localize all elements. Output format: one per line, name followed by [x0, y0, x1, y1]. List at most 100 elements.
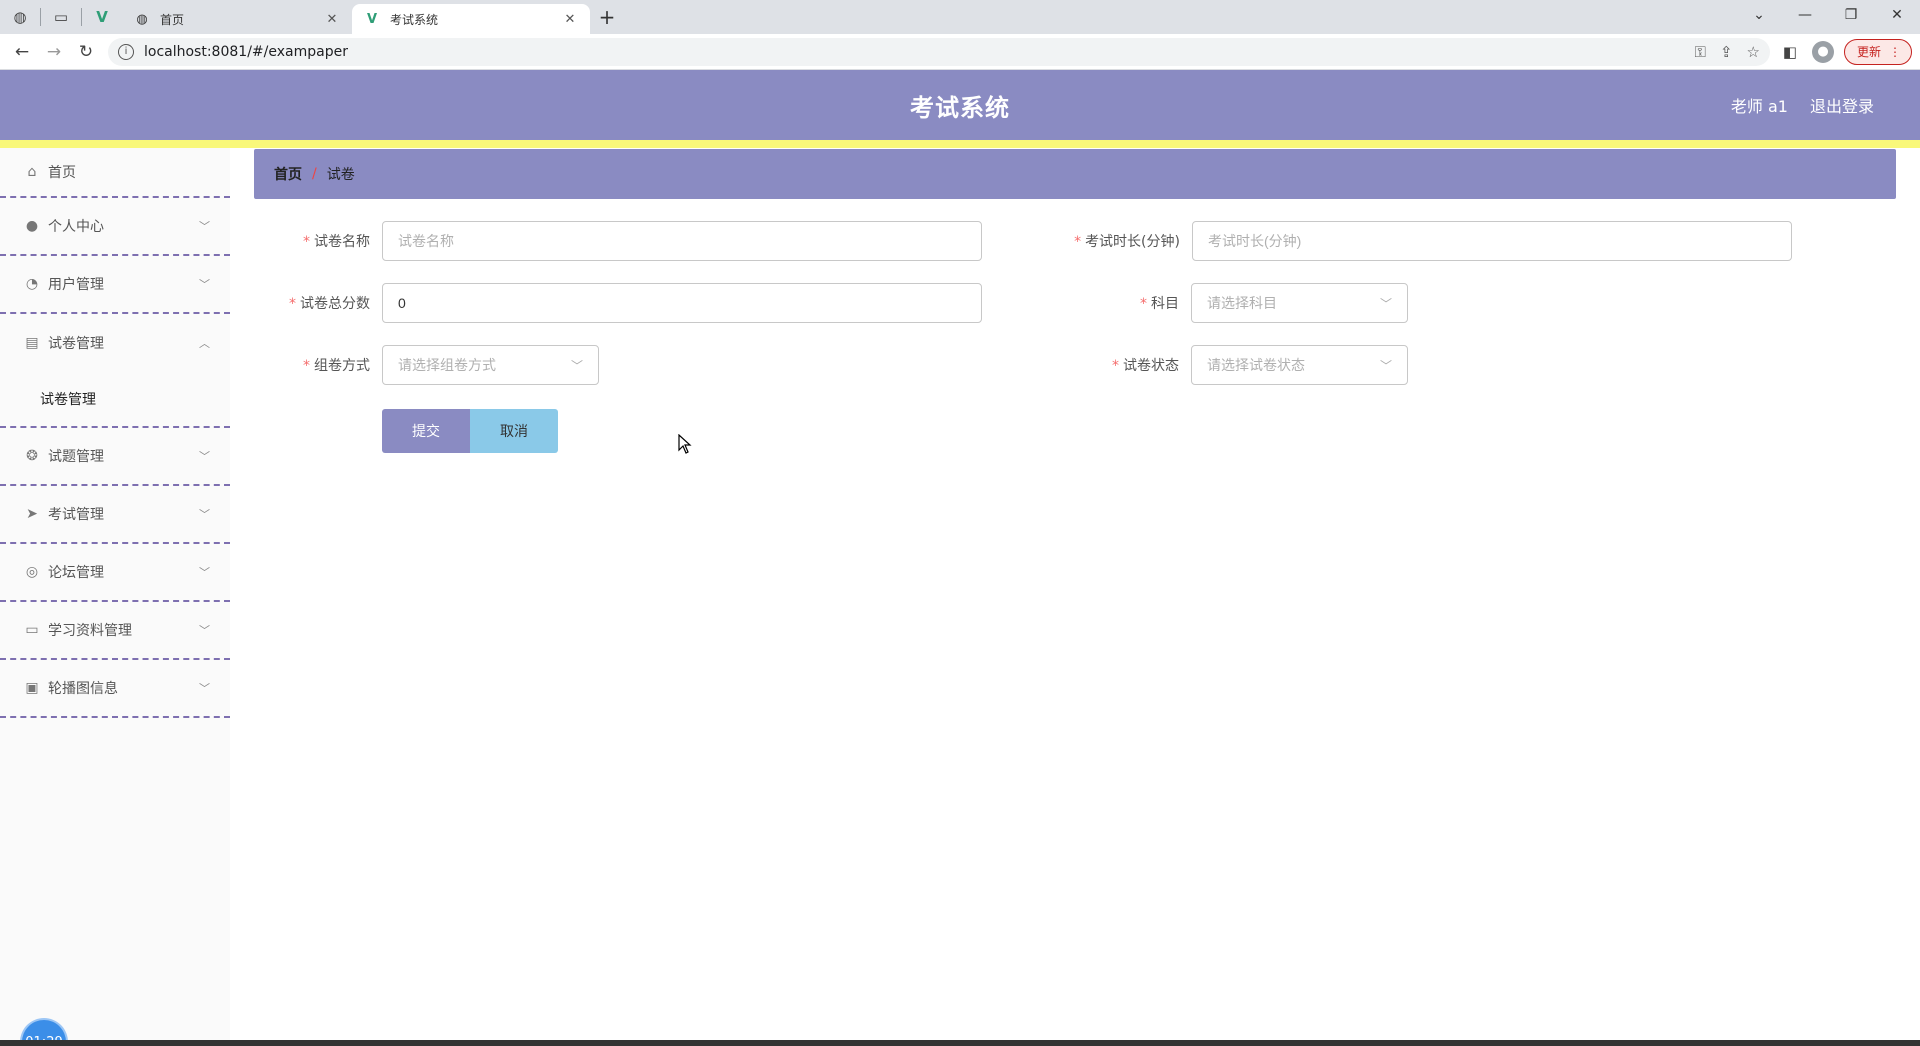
chevron-down-icon: ﹀ [199, 566, 210, 579]
logout-link[interactable]: 退出登录 [1810, 93, 1874, 117]
home-icon: ⌂ [27, 164, 37, 180]
form-row-subject: * 科目 请选择科目 ﹀ [1049, 283, 1408, 323]
restore-icon[interactable]: ❐ [1828, 0, 1874, 30]
sidebar-item-label: 论坛管理 [48, 565, 104, 581]
tab-title: 考试系统 [390, 12, 439, 27]
field-label-text: 组卷方式 [314, 358, 370, 374]
globe-icon: ◍ [136, 11, 148, 27]
browser-tabbar: ◍ ▭ V ◍ 首页 ✕ V 考试系统 ✕ + ⌄ — ❐ ✕ [0, 0, 1920, 34]
chevron-down-icon: ﹀ [199, 278, 210, 291]
chevron-down-icon: ﹀ [570, 358, 583, 373]
field-label-text: 科目 [1151, 296, 1179, 312]
side-panel-icon[interactable]: ◧ [1778, 43, 1802, 61]
required-mark: * [303, 234, 310, 250]
breadcrumb: 首页 / 试卷 [254, 149, 1896, 199]
chevron-down-icon: ﹀ [199, 220, 210, 233]
compose-method-select[interactable]: 请选择组卷方式 ﹀ [382, 345, 599, 385]
paper-name-input[interactable] [382, 221, 982, 261]
select-placeholder: 请选择试卷状态 [1207, 358, 1305, 374]
tab-favicon-globe-icon[interactable]: ◍ [0, 0, 40, 34]
tab-favicon-blank-icon[interactable]: ▭ [41, 0, 81, 34]
required-mark: * [1112, 358, 1119, 374]
address-bar[interactable]: i localhost:8081/#/exampaper ⚿ ⇪ ☆ [108, 37, 1770, 66]
submit-button[interactable]: 提交 [382, 409, 470, 453]
browser-tab-home[interactable]: ◍ 首页 ✕ [122, 4, 352, 34]
user-icon: ● [25, 218, 39, 234]
toolbar-buttons: ◧ ● 更新 ⋮ [1778, 38, 1912, 65]
sidebar-item-question-management[interactable]: ❂ 试题管理 ﹀ [0, 428, 230, 486]
forward-icon[interactable]: → [38, 36, 70, 68]
tab-favicon-vue-icon[interactable]: V [82, 0, 122, 34]
sidebar-item-carousel-info[interactable]: ▣ 轮播图信息 ﹀ [0, 660, 230, 718]
reload-icon[interactable]: ↻ [70, 36, 102, 68]
required-mark: * [1140, 296, 1147, 312]
field-label: * 组卷方式 [254, 355, 382, 375]
chevron-up-icon: ︿ [199, 337, 210, 350]
breadcrumb-current: 试卷 [326, 167, 355, 183]
field-label-text: 试卷状态 [1123, 358, 1179, 374]
sidebar-item-label: 考试管理 [48, 507, 104, 523]
field-label-text: 试卷名称 [314, 234, 370, 250]
close-window-icon[interactable]: ✕ [1874, 0, 1920, 30]
site-info-icon[interactable]: i [118, 43, 134, 60]
subject-select[interactable]: 请选择科目 ﹀ [1191, 283, 1408, 323]
sidebar-item-study-materials[interactable]: ▭ 学习资料管理 ﹀ [0, 602, 230, 660]
sidebar-item-home[interactable]: ⌂ 首页 [0, 148, 230, 198]
sidebar-subitem-paper-management[interactable]: 试卷管理 [0, 372, 230, 428]
form-actions: 提交 取消 [382, 409, 558, 453]
paper-status-select[interactable]: 请选择试卷状态 ﹀ [1191, 345, 1408, 385]
mouse-cursor-icon [678, 434, 692, 454]
chevron-down-icon: ﹀ [199, 508, 210, 521]
form-row-duration: * 考试时长(分钟) [1050, 221, 1792, 261]
app-body: ⌂ 首页 ● 个人中心 ﹀ ◔ 用户管理 ﹀ ▤ 试卷管理 ︿ 试卷管理 ❂ 试… [0, 148, 1920, 1046]
basketball-icon: ◎ [25, 564, 39, 580]
taskbar-strip [0, 1040, 1920, 1046]
exam-paper-form: *试卷名称 *考试时长(分钟) *试卷总分数 *科目 请选择科目 ﹀ [254, 221, 1896, 461]
window-controls: ⌄ — ❐ ✕ [1736, 0, 1920, 34]
chevron-down-icon: ﹀ [199, 682, 210, 695]
star-icon[interactable]: ☆ [1747, 43, 1760, 61]
cancel-button[interactable]: 取消 [470, 409, 558, 453]
total-score-input[interactable] [382, 283, 982, 323]
sidebar-item-exam-management[interactable]: ➤ 考试管理 ﹀ [0, 486, 230, 544]
sidebar-item-label: 学习资料管理 [48, 623, 132, 639]
close-tab-icon[interactable]: ✕ [324, 12, 340, 27]
sidebar-item-label: 轮播图信息 [48, 681, 118, 697]
tab-title: 首页 [160, 12, 185, 27]
field-label: * 考试时长(分钟) [1050, 231, 1192, 251]
main-content: 首页 / 试卷 *试卷名称 *考试时长(分钟) *试卷总分数 *科目 [230, 148, 1920, 1046]
field-label-text: 试卷总分数 [300, 296, 370, 312]
header-accent-bar [0, 140, 1920, 148]
form-row-name: * 试卷名称 [254, 221, 982, 261]
profile-avatar-icon[interactable]: ● [1811, 40, 1834, 63]
tab-search-icon[interactable]: ⌄ [1736, 0, 1782, 30]
more-menu-icon: ⋮ [1889, 44, 1901, 59]
send-icon: ➤ [26, 506, 38, 522]
minimize-icon[interactable]: — [1782, 0, 1828, 30]
sidebar-item-label: 试卷管理 [48, 336, 104, 352]
chevron-down-icon: ﹀ [199, 624, 210, 637]
breadcrumb-home[interactable]: 首页 [274, 164, 302, 184]
back-icon[interactable]: ← [6, 36, 38, 68]
sidebar-item-label: 用户管理 [48, 277, 104, 293]
url-text: localhost:8081/#/exampaper [144, 43, 348, 60]
sidebar-item-paper-management[interactable]: ▤ 试卷管理 ︿ [0, 314, 230, 372]
sidebar-item-user-management[interactable]: ◔ 用户管理 ﹀ [0, 256, 230, 314]
duration-input[interactable] [1192, 221, 1792, 261]
update-button[interactable]: 更新 ⋮ [1843, 38, 1912, 65]
key-icon[interactable]: ⚿ [1695, 43, 1706, 61]
sidebar-item-personal-center[interactable]: ● 个人中心 ﹀ [0, 198, 230, 256]
share-icon[interactable]: ⇪ [1720, 43, 1733, 61]
sidebar-item-forum-management[interactable]: ◎ 论坛管理 ﹀ [0, 544, 230, 602]
form-row-score: * 试卷总分数 [254, 283, 982, 323]
chat-icon: ▭ [25, 622, 39, 638]
form-row-method: * 组卷方式 请选择组卷方式 ﹀ [254, 345, 599, 385]
close-tab-icon[interactable]: ✕ [562, 12, 578, 27]
browser-tab-exam[interactable]: V 考试系统 ✕ [352, 4, 590, 34]
new-tab-button[interactable]: + [590, 0, 624, 34]
browser-toolbar: ← → ↻ i localhost:8081/#/exampaper ⚿ ⇪ ☆… [0, 34, 1920, 70]
chevron-down-icon: ﹀ [1379, 296, 1392, 311]
field-label-text: 考试时长(分钟) [1085, 234, 1180, 250]
field-label: * 试卷总分数 [254, 293, 382, 313]
select-placeholder: 请选择组卷方式 [398, 358, 496, 374]
